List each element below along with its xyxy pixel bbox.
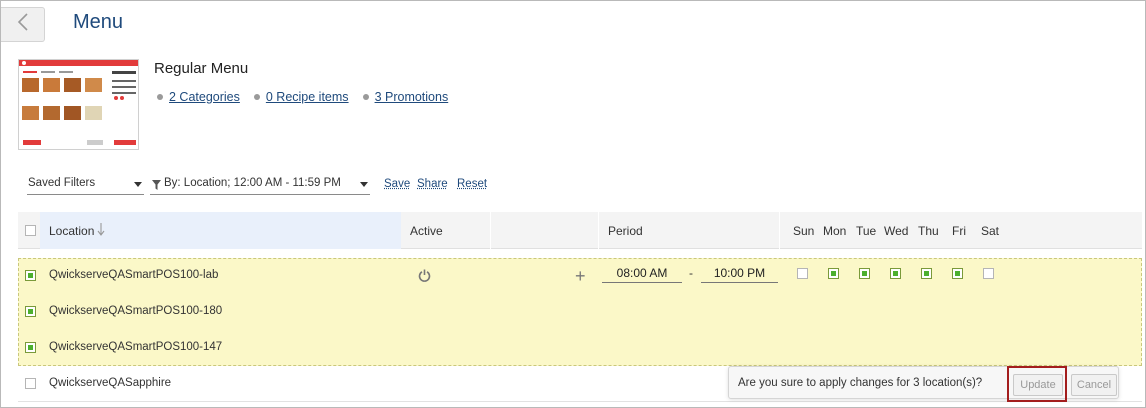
categories-link[interactable]: 2 Categories (169, 90, 240, 104)
location-name: QwickserveQASapphire (49, 377, 172, 389)
bullet-icon (253, 94, 260, 100)
recipe-items-link[interactable]: 0 Recipe items (266, 90, 349, 104)
bullet-icon (157, 94, 163, 100)
select-all-checkbox[interactable] (25, 225, 36, 236)
location-name: QwickserveQASmartPOS100-lab (49, 269, 219, 281)
column-divider (598, 212, 599, 249)
end-time-input[interactable]: 10:00 PM (701, 266, 778, 283)
saved-filters-dropdown[interactable]: Saved Filters (27, 177, 144, 195)
menu-summary-links: 2 Categories 0 Recipe items 3 Promotions (157, 90, 462, 104)
column-divider (490, 212, 491, 249)
table-row[interactable]: QwickserveQASmartPOS100-180 (18, 294, 1142, 330)
period-header-label: Period (608, 224, 643, 238)
column-divider (779, 212, 780, 249)
row-checkbox[interactable] (25, 270, 36, 281)
day-checkbox-mon[interactable] (828, 268, 839, 279)
add-period-icon[interactable]: + (575, 266, 586, 287)
filter-icon (152, 180, 161, 193)
day-checkbox-tue[interactable] (859, 268, 870, 279)
cancel-button[interactable]: Cancel (1071, 374, 1117, 396)
day-header-mon: Mon (823, 224, 847, 238)
menu-name: Regular Menu (154, 60, 249, 77)
reset-filter-link[interactable]: Reset (457, 178, 487, 190)
row-divider (18, 401, 1142, 402)
update-button-highlight (1007, 366, 1067, 402)
recipe-items-link-item: 0 Recipe items (253, 90, 349, 104)
share-filter-link[interactable]: Share (417, 178, 448, 190)
grid-header: Location Active Period Sun Mon Tue Wed T… (18, 212, 1142, 249)
row-checkbox[interactable] (25, 342, 36, 353)
caret-down-icon (134, 182, 142, 187)
location-name: QwickserveQASmartPOS100-180 (49, 305, 223, 317)
day-checkbox-sun[interactable] (797, 268, 808, 279)
day-checkbox-sat[interactable] (983, 268, 994, 279)
location-header-label: Location (49, 224, 95, 238)
day-checkbox-thu[interactable] (921, 268, 932, 279)
filter-label: By: Location; 12:00 AM - 11:59 PM (164, 177, 341, 189)
power-icon[interactable] (418, 269, 431, 285)
table-row[interactable]: QwickserveQASmartPOS100-147 (18, 330, 1142, 366)
promotions-link[interactable]: 3 Promotions (375, 90, 449, 104)
row-checkbox[interactable] (25, 306, 36, 317)
time-range-dash: - (689, 266, 693, 280)
bullet-icon (362, 94, 369, 100)
day-header-tue: Tue (856, 224, 877, 238)
sort-down-arrow-icon (97, 223, 105, 239)
day-header-sat: Sat (981, 224, 1000, 238)
start-time-input[interactable]: 08:00 AM (602, 266, 682, 283)
day-checkbox-wed[interactable] (890, 268, 901, 279)
day-header-fri: Fri (952, 224, 966, 238)
saved-filters-label: Saved Filters (28, 177, 96, 189)
promotions-link-item: 3 Promotions (362, 90, 449, 104)
menu-thumbnail[interactable] (18, 59, 139, 150)
day-header-sun: Sun (793, 224, 815, 238)
chevron-left-icon (17, 13, 29, 36)
caret-down-icon (360, 182, 368, 187)
confirm-message: Are you sure to apply changes for 3 loca… (738, 377, 983, 389)
active-header-label: Active (410, 224, 443, 238)
location-column-header[interactable]: Location (40, 212, 401, 249)
day-checkbox-fri[interactable] (952, 268, 963, 279)
back-button[interactable] (1, 7, 45, 42)
save-filter-link[interactable]: Save (384, 178, 410, 190)
day-header-wed: Wed (884, 224, 909, 238)
page-title: Menu (73, 11, 124, 33)
location-time-filter-dropdown[interactable]: By: Location; 12:00 AM - 11:59 PM (150, 177, 370, 195)
row-checkbox[interactable] (25, 378, 36, 389)
categories-link-item: 2 Categories (157, 90, 240, 104)
table-row[interactable]: QwickserveQASmartPOS100-lab + 08:00 AM -… (18, 258, 1142, 294)
location-name: QwickserveQASmartPOS100-147 (49, 341, 223, 353)
day-header-thu: Thu (918, 224, 939, 238)
